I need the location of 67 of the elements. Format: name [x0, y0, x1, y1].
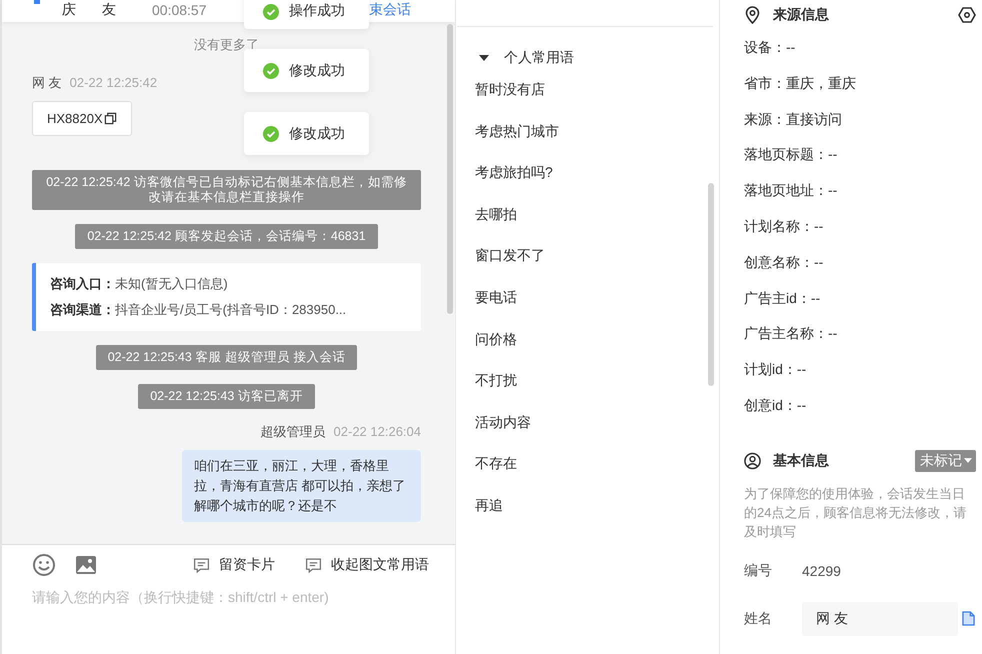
field-label: 编号: [744, 562, 773, 580]
field-value: 42299: [802, 562, 841, 579]
hint-text: 为了保障您的使用体验，会话发生当日的24点之后，顾客信息将无法修改，请及时填写: [744, 484, 968, 541]
check-icon: [263, 4, 279, 20]
image-icon[interactable]: [74, 553, 98, 577]
settings-icon[interactable]: [958, 6, 976, 24]
scrollbar[interactable]: [708, 183, 714, 386]
toast-text: 操作成功: [289, 2, 345, 20]
phrase-item[interactable]: 考虑热门城市: [475, 110, 701, 152]
sender-name: 网 友: [32, 74, 62, 92]
system-message: 02-22 12:25:42 访客微信号已自动标记右侧基本信息栏，如需修改请在基本信息栏直接操作: [32, 170, 421, 210]
phrase-item[interactable]: 暂时没有店: [475, 69, 701, 111]
source-field: 广告主名称：--: [744, 316, 976, 352]
message-time: 02-22 12:25:42: [70, 75, 158, 90]
phrase-group-header[interactable]: 个人常用语: [475, 47, 701, 69]
toolbar-button[interactable]: 留资卡片: [191, 556, 277, 574]
source-field: 来源：直接访问: [744, 102, 976, 138]
source-field: 落地页标题：--: [744, 137, 976, 174]
message-text: HX8820X: [47, 111, 103, 126]
message-bubble: 咱们在三亚，丽江，大理，香格里拉，青海有直营店 都可以拍，亲想了解哪个城市的呢？还是不: [182, 450, 421, 522]
visitor-name: 庆: [62, 1, 76, 19]
phrase-item[interactable]: 要电话: [475, 276, 701, 319]
source-field: 落地页地址：--: [744, 173, 976, 209]
system-message: 02-22 12:25:43 客服 超级管理员 接入会话: [96, 345, 358, 370]
source-field: 创意id：--: [744, 388, 976, 424]
visitor-name: 友: [102, 1, 116, 19]
sender-name: 超级管理员: [260, 423, 326, 441]
copy-icon[interactable]: [104, 112, 117, 125]
phrase-item[interactable]: 问价格: [475, 318, 701, 360]
source-field: 省市：重庆，重庆: [744, 66, 976, 102]
caret-icon: [964, 458, 972, 464]
scrollbar[interactable]: [447, 24, 453, 314]
emoji-icon[interactable]: [32, 553, 56, 577]
name-field[interactable]: 网 友: [802, 602, 958, 636]
comment-icon: [193, 556, 210, 574]
toast-text: 修改成功: [289, 124, 345, 142]
info-line: 咨询入口：未知(暂无入口信息): [50, 275, 229, 293]
message-time: 02-22 12:26:04: [334, 424, 421, 439]
check-icon: [263, 62, 279, 78]
source-field: 计划id：--: [744, 352, 976, 388]
location-pin-icon: [744, 6, 761, 24]
end-chat-link[interactable]: 束会话: [369, 1, 411, 19]
source-field: 广告主id：--: [744, 280, 976, 316]
section-title: 基本信息: [773, 452, 829, 470]
check-icon: [263, 126, 279, 142]
comment-icon: [305, 556, 322, 574]
user-icon: [744, 452, 761, 470]
phrase-item[interactable]: 去哪拍: [475, 194, 701, 236]
toolbar-button[interactable]: 收起图文常用语: [303, 556, 431, 574]
section-title: 来源信息: [773, 6, 829, 24]
phrase-item[interactable]: 再追: [475, 484, 701, 527]
phrase-item[interactable]: 不打扰: [475, 360, 701, 402]
chat-duration: 00:08:57: [152, 2, 206, 18]
phrase-item[interactable]: 活动内容: [475, 402, 701, 444]
source-field: 计划名称：--: [744, 208, 976, 245]
source-field: 设备：--: [744, 30, 976, 66]
phrase-item[interactable]: 窗口发不了: [475, 235, 701, 277]
phrase-item[interactable]: 考虑旅拍吗?: [475, 152, 701, 194]
message-input[interactable]: 请输入您的内容（换行快捷键：shift/ctrl + enter): [2, 577, 455, 654]
info-line: 咨询渠道：抖音企业号/员工号(抖音号ID：283950...: [50, 301, 348, 319]
document-icon[interactable]: [962, 611, 975, 626]
source-field: 创意名称：--: [744, 244, 976, 281]
phrase-item[interactable]: 不存在: [475, 443, 701, 485]
toast-text: 修改成功: [289, 62, 345, 80]
system-message: 02-22 12:25:42 顾客发起会话，会话编号：46831: [75, 224, 378, 249]
field-label: 姓名: [744, 610, 773, 628]
system-message: 02-22 12:25:43 访客已离开: [138, 384, 315, 409]
